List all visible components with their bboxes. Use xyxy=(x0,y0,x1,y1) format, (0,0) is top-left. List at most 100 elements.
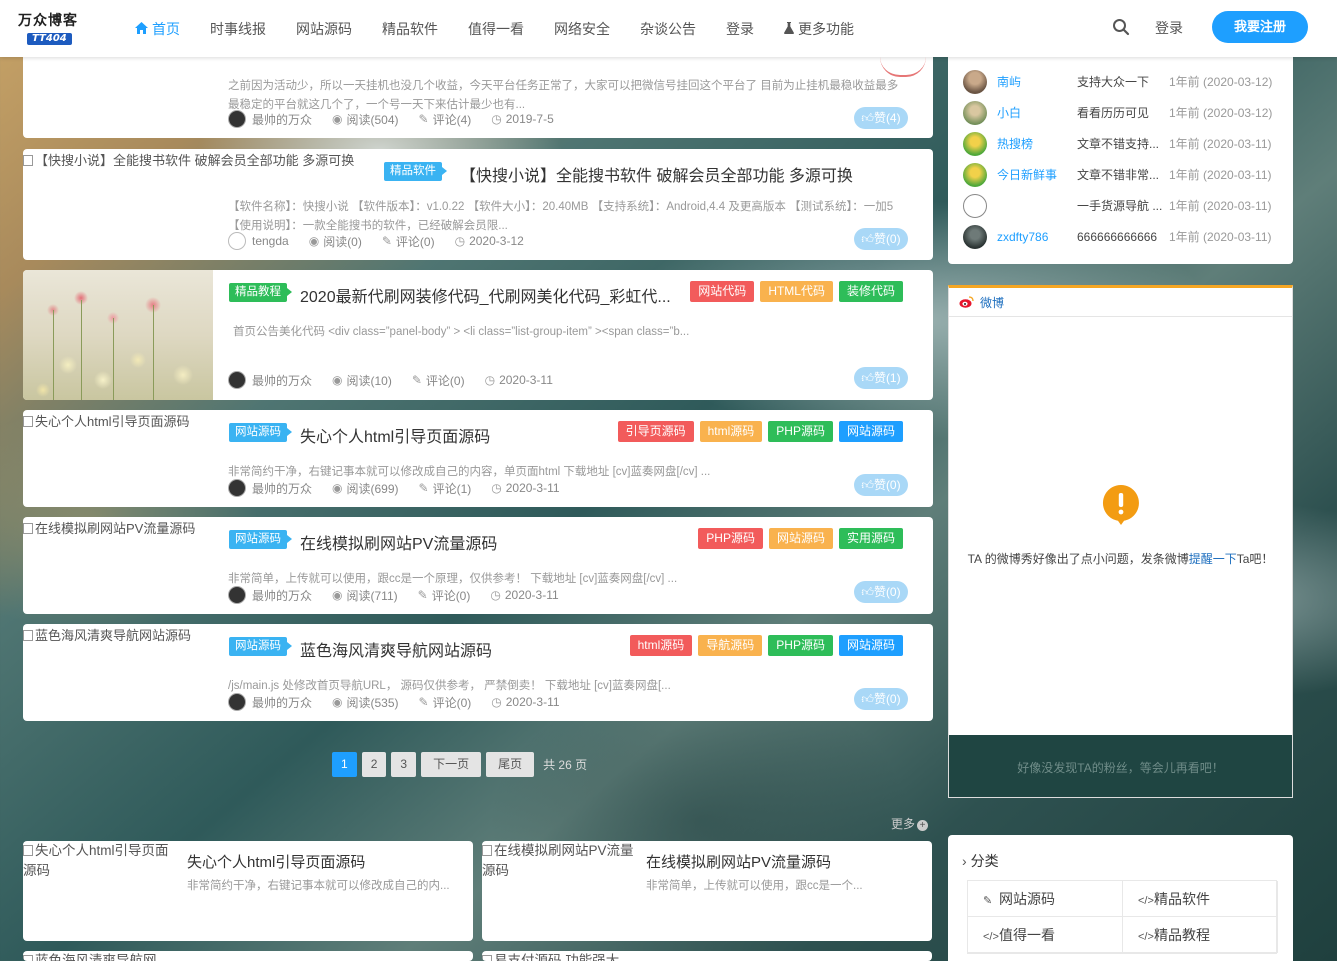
weibo-title[interactable]: 微博 xyxy=(980,294,1004,311)
like-button[interactable]: 👍︎赞(0) xyxy=(854,474,908,496)
post-card[interactable]: 失心个人html引导页面源码 网站源码 失心个人html引导页面源码 引导页源码… xyxy=(23,410,933,507)
comment-text[interactable]: 文章不错非常... xyxy=(1077,166,1169,183)
comment-row[interactable]: 小白 看看历历可见 1年前 (2020-03-12) xyxy=(963,97,1293,128)
comment-text[interactable]: 文章不错支持... xyxy=(1077,135,1169,152)
page-link-1[interactable]: 1 xyxy=(332,752,357,777)
like-button[interactable]: 👍︎赞(0) xyxy=(854,688,908,710)
category-item[interactable]: </>精品软件 xyxy=(1123,881,1278,917)
post-card[interactable]: 之前因为活动少，所以一天挂机也没几个收益，今天平台任务正常了，大家可以把微信号挂… xyxy=(23,57,933,138)
post-author[interactable]: 最帅的万众 xyxy=(252,480,312,497)
comment-user[interactable]: 热搜榜 xyxy=(997,135,1077,152)
tag-chip[interactable]: 引导页源码 xyxy=(617,421,694,442)
post-thumbnail[interactable]: 蓝色海风清爽导航网 xyxy=(23,951,175,961)
like-button[interactable]: 👍︎赞(4) xyxy=(854,107,908,129)
nav-item-software[interactable]: 精品软件 xyxy=(382,19,438,39)
comment-row[interactable]: 南屿 支持大众一下 1年前 (2020-03-12) xyxy=(963,66,1293,97)
comment-text[interactable]: 支持大众一下 xyxy=(1077,73,1169,90)
post-title[interactable]: 在线模拟刷网站PV流量源码 xyxy=(300,530,497,554)
comment-user[interactable]: 南屿 xyxy=(997,73,1077,90)
post-card[interactable]: 精品教程 2020最新代刷网装修代码_代刷网美化代码_彩虹代... 网站代码 H… xyxy=(23,270,933,400)
post-author[interactable]: 最帅的万众 xyxy=(252,111,312,128)
category-badge[interactable]: 网站源码 xyxy=(229,423,292,442)
tag-chip[interactable]: HTML代码 xyxy=(760,281,833,302)
post-author[interactable]: 最帅的万众 xyxy=(252,694,312,711)
nav-item-more[interactable]: 更多功能 xyxy=(784,19,854,39)
tag-chip[interactable]: 导航源码 xyxy=(698,635,763,656)
weibo-remind-link[interactable]: 提醒一下 xyxy=(1189,552,1237,566)
post-thumbnail[interactable] xyxy=(23,270,213,400)
tag-chip[interactable]: PHP源码 xyxy=(698,528,763,549)
post-thumbnail[interactable]: 蓝色海风清爽导航网站源码 xyxy=(23,626,213,645)
post-thumbnail[interactable]: 失心个人html引导页面源码 xyxy=(23,841,175,881)
nav-item-home[interactable]: 首页 xyxy=(135,19,180,39)
post-thumbnail[interactable]: 【快搜小说】全能搜书软件 破解会员全部功能 多源可换 xyxy=(23,151,403,170)
comment-user[interactable]: 小白 xyxy=(997,104,1077,121)
post-title[interactable]: 【快搜小说】全能搜书软件 破解会员全部功能 多源可换 xyxy=(460,162,853,186)
comment-text[interactable]: 一手货源导航 ... xyxy=(1077,197,1169,214)
site-logo[interactable]: 万众博客 TT404 xyxy=(18,10,77,45)
recommend-card[interactable]: 失心个人html引导页面源码 失心个人html引导页面源码 非常简约干净，右键记… xyxy=(23,841,473,941)
comment-row[interactable]: zxdfty786 666666666666 1年前 (2020-03-11) xyxy=(963,221,1293,252)
recommend-title[interactable]: 在线模拟刷网站PV流量源码 xyxy=(646,851,831,872)
recommend-card[interactable]: 易支付源码 功能强大 xyxy=(482,951,932,961)
page-link-2[interactable]: 2 xyxy=(361,752,387,777)
comment-row[interactable]: 热搜榜 文章不错支持... 1年前 (2020-03-11) xyxy=(963,128,1293,159)
tag-chip[interactable]: 实用源码 xyxy=(838,528,903,549)
like-button[interactable]: 👍︎赞(0) xyxy=(854,581,908,603)
category-item[interactable]: </>精品教程 xyxy=(1123,917,1278,953)
tag-chip[interactable]: PHP源码 xyxy=(768,421,833,442)
post-card[interactable]: 在线模拟刷网站PV流量源码 网站源码 在线模拟刷网站PV流量源码 PHP源码 网… xyxy=(23,517,933,614)
tag-chip[interactable]: 网站源码 xyxy=(768,528,833,549)
comment-row[interactable]: 今日新鲜事 文章不错非常... 1年前 (2020-03-11) xyxy=(963,159,1293,190)
post-title[interactable]: 失心个人html引导页面源码 xyxy=(300,423,490,447)
post-author[interactable]: 最帅的万众 xyxy=(252,587,312,604)
register-button[interactable]: 我要注册 xyxy=(1212,11,1308,43)
comment-user[interactable]: zxdfty786 xyxy=(997,230,1077,244)
login-link[interactable]: 登录 xyxy=(1155,18,1183,38)
comment-user[interactable]: 今日新鲜事 xyxy=(997,166,1077,183)
category-item[interactable]: ✎ 网站源码 xyxy=(968,881,1123,917)
recommend-title[interactable]: 失心个人html引导页面源码 xyxy=(187,851,365,872)
tag-chip[interactable]: 网站源码 xyxy=(838,635,903,656)
post-card[interactable]: 【快搜小说】全能搜书软件 破解会员全部功能 多源可换 精品软件 【快搜小说】全能… xyxy=(23,149,933,260)
post-thumbnail[interactable]: 在线模拟刷网站PV流量源码 xyxy=(482,841,634,881)
page-link-3[interactable]: 3 xyxy=(391,752,417,777)
broken-image-icon xyxy=(23,523,33,534)
next-page-button[interactable]: 下一页 xyxy=(421,752,482,777)
category-badge[interactable]: 网站源码 xyxy=(229,637,292,656)
post-card[interactable]: 蓝色海风清爽导航网站源码 网站源码 蓝色海风清爽导航网站源码 html源码 导航… xyxy=(23,624,933,721)
last-page-button[interactable]: 尾页 xyxy=(486,752,535,777)
category-badge[interactable]: 精品教程 xyxy=(229,283,292,302)
tag-chip[interactable]: 装修代码 xyxy=(838,281,903,302)
like-button[interactable]: 👍︎赞(1) xyxy=(854,367,908,389)
tag-chip[interactable]: html源码 xyxy=(629,635,693,656)
post-author[interactable]: 最帅的万众 xyxy=(252,372,312,389)
tag-chip[interactable]: 网站代码 xyxy=(690,281,755,302)
recommend-card[interactable]: 在线模拟刷网站PV流量源码 在线模拟刷网站PV流量源码 非常简单，上传就可以使用… xyxy=(482,841,932,941)
nav-item-news[interactable]: 时事线报 xyxy=(210,19,266,39)
tag-chip[interactable]: html源码 xyxy=(699,421,763,442)
more-link[interactable]: 更多 + xyxy=(891,815,929,832)
category-item[interactable]: </>值得一看 xyxy=(968,917,1123,953)
nav-item-security[interactable]: 网络安全 xyxy=(554,19,610,39)
like-button[interactable]: 👍︎赞(0) xyxy=(854,228,908,250)
comment-text[interactable]: 看看历历可见 xyxy=(1077,104,1169,121)
post-author[interactable]: tengda xyxy=(252,234,289,248)
nav-item-source-code[interactable]: 网站源码 xyxy=(296,19,352,39)
nav-item-login[interactable]: 登录 xyxy=(726,19,754,39)
category-badge[interactable]: 精品软件 xyxy=(384,162,447,181)
post-title[interactable]: 2020最新代刷网装修代码_代刷网美化代码_彩虹代... xyxy=(300,283,671,307)
tag-chip[interactable]: PHP源码 xyxy=(768,635,833,656)
category-badge[interactable]: 网站源码 xyxy=(229,530,292,549)
nav-item-announcements[interactable]: 杂谈公告 xyxy=(640,19,696,39)
post-thumbnail[interactable]: 失心个人html引导页面源码 xyxy=(23,412,213,431)
tag-chip[interactable]: 网站源码 xyxy=(838,421,903,442)
post-thumbnail[interactable]: 易支付源码 功能强大 xyxy=(482,951,634,961)
recommend-card[interactable]: 蓝色海风清爽导航网 xyxy=(23,951,473,961)
comment-row[interactable]: 一手货源导航 ... 1年前 (2020-03-11) xyxy=(963,190,1293,221)
comment-text[interactable]: 666666666666 xyxy=(1077,230,1169,244)
post-title[interactable]: 蓝色海风清爽导航网站源码 xyxy=(300,637,492,661)
search-icon[interactable] xyxy=(1112,18,1130,36)
post-thumbnail[interactable]: 在线模拟刷网站PV流量源码 xyxy=(23,519,213,538)
nav-item-worth-seeing[interactable]: 值得一看 xyxy=(468,19,524,39)
